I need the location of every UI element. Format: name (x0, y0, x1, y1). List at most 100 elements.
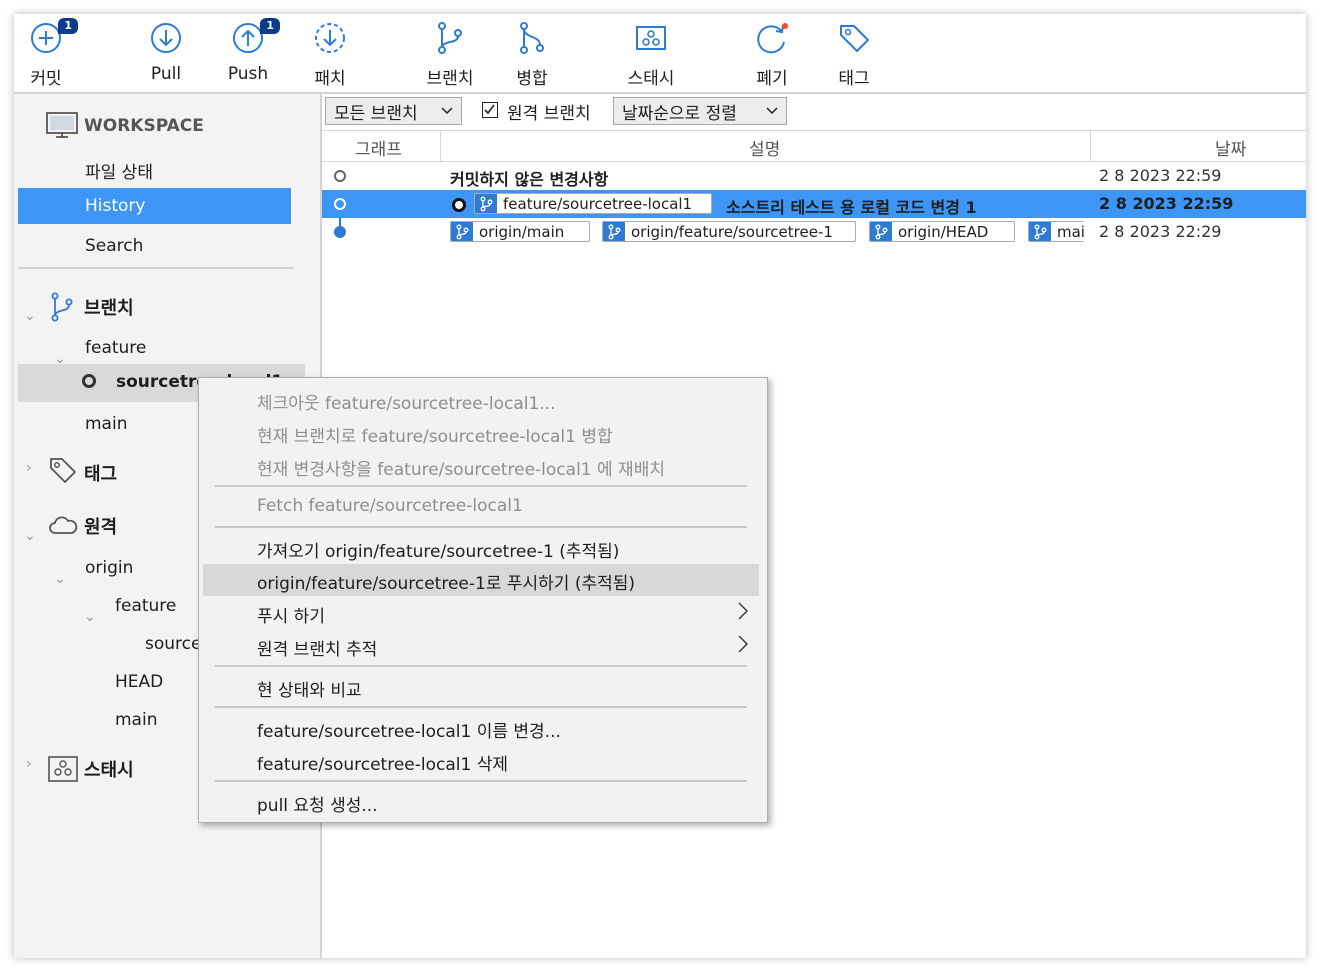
file-status-item[interactable]: 파일 상태 (85, 158, 153, 183)
remote-branches-checkbox[interactable] (482, 102, 498, 118)
merge-label: 병합 (516, 69, 548, 89)
branch-filter-value: 모든 브랜치 (334, 103, 418, 124)
branch-item-main[interactable]: main (85, 414, 127, 434)
workspace-heading: WORKSPACE (84, 116, 204, 136)
branch-icon (875, 224, 888, 239)
date-column-header[interactable]: 날짜 (1215, 135, 1246, 160)
remote-branches-label: 원격 브랜치 (507, 104, 591, 124)
menu-item-push-to[interactable]: 푸시 하기 (203, 597, 759, 629)
search-item[interactable]: Search (85, 236, 143, 256)
merge-button[interactable]: 병합 (514, 14, 550, 92)
tag-label: 태그 (838, 69, 870, 89)
chevron-down-icon[interactable]: ⌄ (54, 571, 66, 587)
menu-item-delete[interactable]: feature/sourcetree-local1 삭제 (203, 745, 759, 777)
menu-item-label: 현재 브랜치로 feature/sourcetree-local1 병합 (257, 427, 613, 447)
commit-date: 2 8 2023 22:59 (1099, 194, 1234, 213)
column-divider[interactable] (1090, 131, 1091, 161)
menu-item-fetch[interactable]: Fetch feature/sourcetree-local1 (203, 491, 759, 523)
menu-separator (215, 485, 747, 487)
chevron-down-icon[interactable]: ⌄ (84, 609, 96, 625)
menu-item-label: pull 요청 생성... (257, 796, 378, 816)
menu-item-label: 푸시 하기 (257, 607, 325, 627)
menu-item-merge[interactable]: 현재 브랜치로 feature/sourcetree-local1 병합 (203, 417, 759, 449)
branch-context-menu: 체크아웃 feature/sourcetree-local1... 현재 브랜치… (198, 377, 768, 823)
branch-filter-select[interactable]: 모든 브랜치 (325, 97, 462, 125)
graph-column-header[interactable]: 그래프 (355, 135, 402, 160)
commit-count-badge: 1 (58, 18, 78, 34)
commit-row[interactable]: 커밋하지 않은 변경사항 2 8 2023 22:59 (322, 162, 1306, 190)
column-header: 그래프 설명 날짜 (322, 130, 1306, 162)
remote-main[interactable]: main (115, 710, 157, 730)
branch-tag-label: origin/feature/sourcetree-1 (631, 222, 833, 241)
branch-tag-label: origin/HEAD (898, 222, 989, 241)
remote-tag-origin-feature[interactable]: origin/feature/sourcetree-1 (602, 221, 856, 242)
tags-heading[interactable]: 태그 (84, 460, 117, 486)
menu-item-label: Fetch feature/sourcetree-local1 (257, 496, 523, 516)
branch-tag[interactable]: feature/sourcetree-local1 (474, 193, 712, 214)
commit-date: 2 8 2023 22:29 (1099, 222, 1222, 241)
chevron-right-icon[interactable]: › (26, 460, 32, 476)
menu-item-diff[interactable]: 현 상태와 비교 (203, 671, 759, 703)
branch-icon (1034, 224, 1047, 239)
branch-tag-main[interactable]: main (1028, 221, 1084, 242)
branch-folder-feature[interactable]: feature (85, 338, 146, 358)
commit-button[interactable]: 1 커밋 (28, 14, 78, 92)
tag-icon (50, 458, 76, 483)
description-column-header[interactable]: 설명 (749, 135, 780, 160)
head-indicator (452, 198, 466, 212)
stash-button[interactable]: 스태시 (626, 14, 676, 92)
chevron-down-icon[interactable]: ⌄ (24, 528, 36, 544)
stashes-heading[interactable]: 스태시 (84, 756, 134, 782)
menu-item-push-tracked[interactable]: origin/feature/sourcetree-1로 푸시하기 (추적됨) (203, 564, 759, 596)
menu-item-pull-request[interactable]: pull 요청 생성... (203, 786, 759, 818)
push-label: Push (227, 64, 269, 84)
pull-button[interactable]: Pull (148, 14, 184, 92)
discard-label: 폐기 (756, 69, 788, 89)
branch-icon (480, 196, 493, 211)
commit-description: 소스트리 테스트 용 로컬 코드 변경 1 (726, 198, 977, 217)
menu-item-checkout[interactable]: 체크아웃 feature/sourcetree-local1... (203, 384, 759, 416)
dashed-arrow-down-circle-icon (315, 23, 345, 53)
branches-heading[interactable]: 브랜치 (84, 294, 134, 320)
remote-tag-origin-head[interactable]: origin/HEAD (869, 221, 1015, 242)
stash-label: 스태시 (627, 69, 675, 89)
branch-tag-icon (603, 222, 625, 241)
menu-item-label: 체크아웃 feature/sourcetree-local1... (257, 394, 556, 414)
fetch-button[interactable]: 패치 (312, 14, 348, 92)
menu-item-label: feature/sourcetree-local1 이름 변경... (257, 722, 561, 742)
cloud-icon (49, 516, 78, 534)
commit-row-selected[interactable]: feature/sourcetree-local1 소스트리 테스트 용 로컬 … (322, 190, 1306, 218)
chevron-right-icon[interactable]: › (26, 756, 32, 772)
remotes-heading[interactable]: 원격 (84, 513, 117, 539)
push-button[interactable]: 1 Push (227, 14, 280, 92)
menu-item-label: 현재 변경사항을 feature/sourcetree-local1 에 재배치 (257, 460, 665, 480)
chevron-down-icon[interactable]: ⌄ (24, 308, 36, 324)
remote-origin[interactable]: origin (85, 558, 133, 578)
menu-item-label: 원격 브랜치 추적 (257, 640, 378, 660)
commit-row[interactable]: origin/main origin/feature/sourcetree-1 … (322, 218, 1306, 246)
branch-icon (456, 224, 469, 239)
menu-item-track-remote[interactable]: 원격 브랜치 추적 (203, 630, 759, 662)
menu-item-rename[interactable]: feature/sourcetree-local1 이름 변경... (203, 712, 759, 744)
commit-label: 커밋 (30, 69, 62, 89)
stash-icon (636, 26, 666, 50)
history-item-selected[interactable]: History (18, 188, 291, 224)
graph-node (334, 226, 346, 238)
discard-button[interactable]: 폐기 (754, 14, 790, 92)
sort-select[interactable]: 날짜순으로 정렬 (613, 97, 787, 125)
menu-separator (215, 706, 747, 708)
tag-button[interactable]: 태그 (836, 14, 872, 92)
commit-description: 커밋하지 않은 변경사항 (450, 170, 609, 189)
history-label: History (85, 196, 146, 216)
menu-item-rebase[interactable]: 현재 변경사항을 feature/sourcetree-local1 에 재배치 (203, 450, 759, 482)
merge-icon (520, 22, 544, 54)
remote-tag-origin-main[interactable]: origin/main (450, 221, 590, 242)
menu-item-pull-tracked[interactable]: 가져오기 origin/feature/sourcetree-1 (추적됨) (203, 532, 759, 564)
column-divider[interactable] (440, 131, 441, 161)
fetch-label: 패치 (314, 69, 346, 89)
branch-button[interactable]: 브랜치 (427, 14, 473, 92)
branch-tag-icon (1029, 222, 1051, 241)
remote-folder-feature[interactable]: feature (115, 596, 176, 616)
chevron-down-icon (766, 107, 778, 115)
remote-head[interactable]: HEAD (115, 672, 163, 692)
